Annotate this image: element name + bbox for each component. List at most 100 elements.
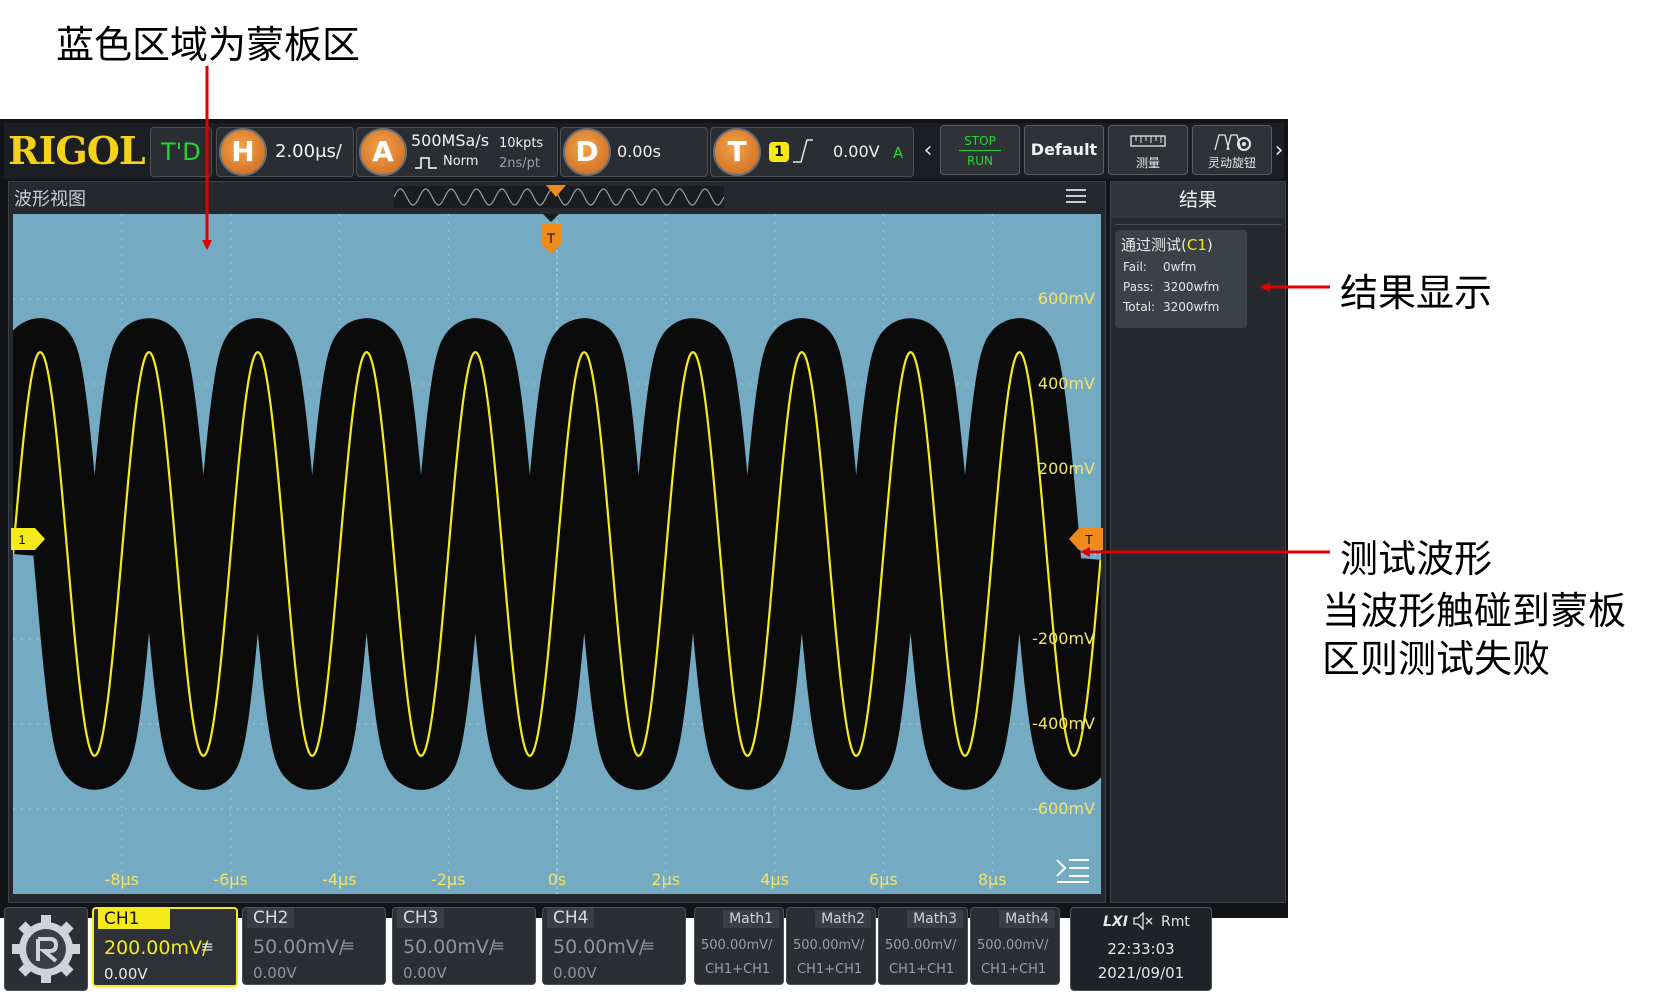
stop-run-divider: [959, 150, 1001, 151]
annotation-fail-line2: 区则测试失败: [1322, 637, 1551, 681]
measure-button[interactable]: 测量: [1108, 125, 1188, 175]
trigger-mode: A: [893, 144, 904, 162]
h-icon: H: [219, 128, 267, 176]
results-title: 结果: [1111, 182, 1285, 218]
sample-interval: 2ns/pt: [499, 156, 541, 171]
ch3-offset: 0.00V: [403, 964, 447, 982]
annotation-test-waveform: 测试波形: [1340, 537, 1493, 581]
ch1-tab: CH1: [98, 909, 170, 929]
annotation-mask-area: 蓝色区域为蒙板区: [56, 23, 361, 67]
trigger-position-marker: T: [539, 214, 563, 262]
math3-card[interactable]: Math3 500.00mV/ CH1+CH1: [878, 907, 968, 985]
math2-card[interactable]: Math2 500.00mV/ CH1+CH1: [786, 907, 876, 985]
knob-label: 灵动旋钮: [1207, 156, 1256, 170]
horizontal-menu[interactable]: H 2.00μs/: [216, 127, 354, 177]
pass-label: Pass:: [1123, 280, 1154, 294]
results-panel: 结果 通过测试(C1) Fail: 0wfm Pass: 3200wfm Tot…: [1110, 181, 1286, 903]
total-label: Total:: [1123, 300, 1156, 314]
pass-fail-title-prefix: 通过测试(: [1121, 236, 1187, 254]
ch4-coupling-icon: ≡: [641, 936, 655, 955]
math4-tab: Math4: [999, 910, 1055, 928]
acquire-menu[interactable]: A 500MSa/s Norm 10kpts 2ns/pt: [356, 127, 558, 177]
ch2-offset: 0.00V: [253, 964, 297, 982]
default-button[interactable]: Default: [1024, 125, 1104, 175]
delay-menu[interactable]: D 0.00s: [560, 127, 708, 177]
norm-pulse-icon: [415, 155, 437, 169]
math1-tab: Math1: [723, 910, 779, 928]
math3-tab: Math3: [907, 910, 963, 928]
trigger-level: 0.00V: [833, 142, 880, 161]
stop-label: STOP: [964, 134, 996, 148]
pass-fail-title-suffix: ): [1206, 236, 1213, 254]
remote-indicator: Rmt: [1161, 914, 1190, 930]
math3-expr: CH1+CH1: [889, 962, 955, 977]
ch1-offset: 0.00V: [104, 965, 148, 983]
knob-gear-icon: [1213, 132, 1253, 152]
math1-expr: CH1+CH1: [705, 962, 771, 977]
math1-card[interactable]: Math1 500.00mV/ CH1+CH1: [694, 907, 784, 985]
measure-label: 测量: [1135, 156, 1160, 170]
clock-date: 2021/09/01: [1097, 964, 1185, 982]
waveform-plot: [13, 214, 1101, 894]
math2-scale: 500.00mV/: [793, 938, 865, 953]
scroll-right-icon[interactable]: ›: [1272, 127, 1286, 175]
td-label: T'D: [161, 138, 201, 166]
trigger-menu[interactable]: T 1 0.00V A: [710, 127, 914, 177]
pass-fail-channel: C1: [1186, 236, 1207, 254]
ch1-offset-marker[interactable]: 1: [11, 528, 47, 554]
status-panel: LXI Rmt 22:33:03 2021/09/01: [1070, 907, 1212, 991]
mute-speaker-icon[interactable]: [1133, 911, 1155, 931]
home-button[interactable]: [4, 907, 88, 991]
math2-tab: Math2: [815, 910, 871, 928]
math4-scale: 500.00mV/: [977, 938, 1049, 953]
mem-depth: 10kpts: [499, 136, 544, 151]
total-value: 3200wfm: [1163, 300, 1220, 314]
ch1-card[interactable]: CH1 200.00mV/ ≡ 0.00V: [92, 907, 238, 987]
sample-rate: 500MSa/s: [411, 131, 490, 150]
math3-scale: 500.00mV/: [885, 938, 957, 953]
timebase-value: 2.00μs/: [275, 141, 342, 162]
default-label: Default: [1030, 140, 1098, 159]
run-label: RUN: [966, 154, 994, 168]
ch3-coupling-icon: ≡: [491, 936, 505, 955]
math4-card[interactable]: Math4 500.00mV/ CH1+CH1: [970, 907, 1060, 985]
ch4-tab: CH4: [547, 908, 595, 928]
math2-expr: CH1+CH1: [797, 962, 863, 977]
clock-time: 22:33:03: [1107, 940, 1175, 958]
knob-button[interactable]: 灵动旋钮: [1192, 125, 1272, 175]
pass-value: 3200wfm: [1163, 280, 1220, 294]
oscilloscope-screen: RIGOL T'D H 2.00μs/ A 500MSa/s Norm 10kp…: [0, 119, 1288, 991]
ch4-card[interactable]: CH4 50.00mV/ ≡ 0.00V: [542, 907, 686, 985]
lxi-icon: LXI: [1103, 914, 1128, 930]
ch4-offset: 0.00V: [553, 964, 597, 982]
pass-fail-title: 通过测试(C1): [1121, 234, 1213, 255]
ch1-coupling-icon: ≡: [200, 937, 214, 956]
ruler-icon: [1130, 134, 1166, 150]
pass-fail-result-card[interactable]: 通过测试(C1) Fail: 0wfm Pass: 3200wfm Total:…: [1115, 230, 1247, 328]
waveform-menu-icon[interactable]: [1065, 188, 1087, 204]
ch2-card[interactable]: CH2 50.00mV/ ≡ 0.00V: [242, 907, 386, 985]
ch1-offset-marker-text: 1: [18, 532, 25, 547]
math4-expr: CH1+CH1: [981, 962, 1047, 977]
math1-scale: 500.00mV/: [701, 938, 773, 953]
delay-value: 0.00s: [617, 142, 661, 161]
ch3-card[interactable]: CH3 50.00mV/ ≡ 0.00V: [392, 907, 536, 985]
trigger-source-badge: 1: [769, 142, 789, 162]
overview-position-marker: [546, 184, 566, 203]
td-indicator[interactable]: T'D: [150, 127, 212, 177]
trigger-level-marker-text: T: [1085, 532, 1093, 547]
ch1-scale: 200.00mV/: [104, 937, 209, 959]
ch2-coupling-icon: ≡: [341, 936, 355, 955]
top-bar: RIGOL T'D H 2.00μs/ A 500MSa/s Norm 10kp…: [4, 123, 1284, 179]
trigger-level-marker[interactable]: T: [1069, 528, 1103, 554]
t-icon: T: [713, 128, 761, 176]
stop-run-button[interactable]: STOP RUN: [940, 125, 1020, 175]
collapse-menu-icon[interactable]: [1055, 856, 1091, 884]
waveform-view-panel: 波形视图 600mV 400mV 200mV -200mV -400mV -600mV -…: [8, 181, 1106, 903]
scroll-left-icon[interactable]: ‹: [920, 127, 936, 175]
annotation-result-display: 结果显示: [1340, 271, 1493, 315]
a-icon: A: [359, 128, 407, 176]
rigol-gear-icon: [12, 915, 80, 983]
rising-edge-icon: [793, 138, 813, 164]
waveform-view-title: 波形视图: [14, 189, 86, 210]
